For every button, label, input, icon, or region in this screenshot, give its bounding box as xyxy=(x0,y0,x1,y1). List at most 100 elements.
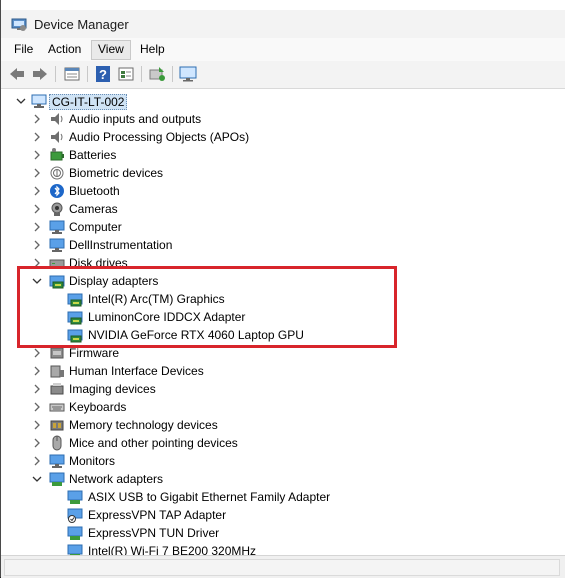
chevron-right-icon[interactable] xyxy=(31,221,43,233)
category-monitors-label: Monitors xyxy=(69,454,116,468)
category-imaging-devices[interactable]: Imaging devices xyxy=(1,380,565,398)
help-icon[interactable]: ? xyxy=(93,65,113,83)
toolbar-separator xyxy=(55,66,56,82)
camera-icon xyxy=(51,202,63,216)
category-batteries[interactable]: Batteries xyxy=(1,146,565,164)
display-adapter-item-label: Intel(R) Arc(TM) Graphics xyxy=(88,292,225,306)
chevron-right-icon[interactable] xyxy=(31,365,43,377)
tree-root[interactable]: CG-IT-LT-002 xyxy=(1,92,565,110)
chevron-right-icon[interactable] xyxy=(31,383,43,395)
category-network-adapters[interactable]: Network adapters xyxy=(1,470,565,488)
menu-view[interactable]: View xyxy=(91,40,131,60)
category-audio-processing-objects-apos-label: Audio Processing Objects (APOs) xyxy=(69,130,250,144)
forward-arrow-icon[interactable] xyxy=(30,65,50,83)
network-adapter-item[interactable]: ASIX USB to Gigabit Ethernet Family Adap… xyxy=(1,488,565,506)
hid-icon xyxy=(50,365,64,378)
speaker-icon xyxy=(51,113,63,125)
chevron-right-icon[interactable] xyxy=(31,131,43,143)
network-adapter-item-label: Intel(R) Wi-Fi 7 BE200 320MHz xyxy=(88,544,257,555)
display-adapter-item[interactable]: NVIDIA GeForce RTX 4060 Laptop GPU xyxy=(1,326,565,344)
disk-drive-icon xyxy=(49,259,65,268)
category-biometric-devices[interactable]: Biometric devices xyxy=(1,164,565,182)
monitor-icon xyxy=(49,454,65,468)
category-memory-technology-devices[interactable]: Memory technology devices xyxy=(1,416,565,434)
display-adapter-icon xyxy=(67,311,83,325)
category-monitors[interactable]: Monitors xyxy=(1,452,565,470)
menu-file[interactable]: File xyxy=(8,40,39,58)
chevron-right-icon[interactable] xyxy=(31,437,43,449)
chevron-right-icon[interactable] xyxy=(31,203,43,215)
display-adapter-icon xyxy=(67,293,83,307)
toolbar: ? xyxy=(1,61,565,89)
device-tree: CG-IT-LT-002 Audio inputs and outputs Audi… xyxy=(1,89,565,555)
category-mice-and-other-pointing-devices[interactable]: Mice and other pointing devices xyxy=(1,434,565,452)
category-audio-processing-objects-apos[interactable]: Audio Processing Objects (APOs) xyxy=(1,128,565,146)
category-display-adapters-label: Display adapters xyxy=(69,274,159,288)
chevron-right-icon[interactable] xyxy=(31,185,43,197)
category-bluetooth[interactable]: Bluetooth xyxy=(1,182,565,200)
chevron-right-icon[interactable] xyxy=(31,347,43,359)
category-audio-inputs-and-outputs[interactable]: Audio inputs and outputs xyxy=(1,110,565,128)
battery-icon xyxy=(50,148,64,161)
category-biometric-devices-label: Biometric devices xyxy=(69,166,164,180)
firmware-icon xyxy=(50,347,64,359)
network-adapter-icon xyxy=(67,490,83,504)
toolbar-separator xyxy=(87,66,88,82)
category-human-interface-devices[interactable]: Human Interface Devices xyxy=(1,362,565,380)
category-dellinstrumentation-label: DellInstrumentation xyxy=(69,238,173,252)
display-adapter-icon xyxy=(49,275,65,289)
category-mice-and-other-pointing-devices-label: Mice and other pointing devices xyxy=(69,436,238,450)
monitor-icon xyxy=(49,238,65,252)
category-cameras[interactable]: Cameras xyxy=(1,200,565,218)
category-batteries-label: Batteries xyxy=(69,148,117,162)
toolbar-separator xyxy=(141,66,142,82)
menu-bar: File Action View Help xyxy=(1,38,565,61)
toolbar-separator xyxy=(172,66,173,82)
display-adapter-item[interactable]: Intel(R) Arc(TM) Graphics xyxy=(1,290,565,308)
properties-icon[interactable] xyxy=(62,65,82,83)
menu-action[interactable]: Action xyxy=(42,40,87,58)
svg-text:?: ? xyxy=(99,67,107,82)
network-adapter-item-label: ExpressVPN TAP Adapter xyxy=(88,508,227,522)
category-audio-inputs-and-outputs-label: Audio inputs and outputs xyxy=(69,112,202,126)
chevron-right-icon[interactable] xyxy=(31,401,43,413)
chevron-right-icon[interactable] xyxy=(31,239,43,251)
network-adapter-item[interactable]: ExpressVPN TAP Adapter xyxy=(1,506,565,524)
device-manager-window: Device Manager File Action View Help ? C… xyxy=(0,0,565,578)
category-firmware[interactable]: Firmware xyxy=(1,344,565,362)
status-bar xyxy=(1,555,565,578)
chevron-right-icon[interactable] xyxy=(31,113,43,125)
chevron-right-icon[interactable] xyxy=(31,167,43,179)
network-adapter-item-label: ASIX USB to Gigabit Ethernet Family Adap… xyxy=(88,490,331,504)
fingerprint-icon xyxy=(50,166,64,180)
category-memory-technology-devices-label: Memory technology devices xyxy=(69,418,218,432)
category-disk-drives-label: Disk drives xyxy=(69,256,128,270)
bluetooth-icon xyxy=(50,184,64,198)
chevron-right-icon[interactable] xyxy=(31,257,43,269)
category-dellinstrumentation[interactable]: DellInstrumentation xyxy=(1,236,565,254)
chevron-right-icon[interactable] xyxy=(31,419,43,431)
display-adapter-item[interactable]: LuminonCore IDDCX Adapter xyxy=(1,308,565,326)
category-computer[interactable]: Computer xyxy=(1,218,565,236)
back-arrow-icon[interactable] xyxy=(7,65,27,83)
chevron-down-icon[interactable] xyxy=(15,95,27,107)
network-adapter-item[interactable]: ExpressVPN TUN Driver xyxy=(1,524,565,542)
chevron-down-icon[interactable] xyxy=(31,473,43,485)
network-adapter-icon xyxy=(67,526,83,540)
network-adapter-item-label: ExpressVPN TUN Driver xyxy=(88,526,220,540)
menu-help[interactable]: Help xyxy=(134,40,171,58)
chevron-down-icon[interactable] xyxy=(31,275,43,287)
category-firmware-label: Firmware xyxy=(69,346,119,360)
network-adapter-item[interactable]: Intel(R) Wi-Fi 7 BE200 320MHz xyxy=(1,542,565,555)
category-display-adapters[interactable]: Display adapters xyxy=(1,272,565,290)
memory-icon xyxy=(50,420,64,431)
monitor-icon[interactable] xyxy=(178,65,198,83)
category-disk-drives[interactable]: Disk drives xyxy=(1,254,565,272)
display-adapter-icon xyxy=(67,329,83,343)
update-driver-icon[interactable] xyxy=(147,65,167,83)
network-adapter-icon xyxy=(67,544,83,555)
view-icon[interactable] xyxy=(116,65,136,83)
chevron-right-icon[interactable] xyxy=(31,455,43,467)
chevron-right-icon[interactable] xyxy=(31,149,43,161)
category-keyboards[interactable]: Keyboards xyxy=(1,398,565,416)
